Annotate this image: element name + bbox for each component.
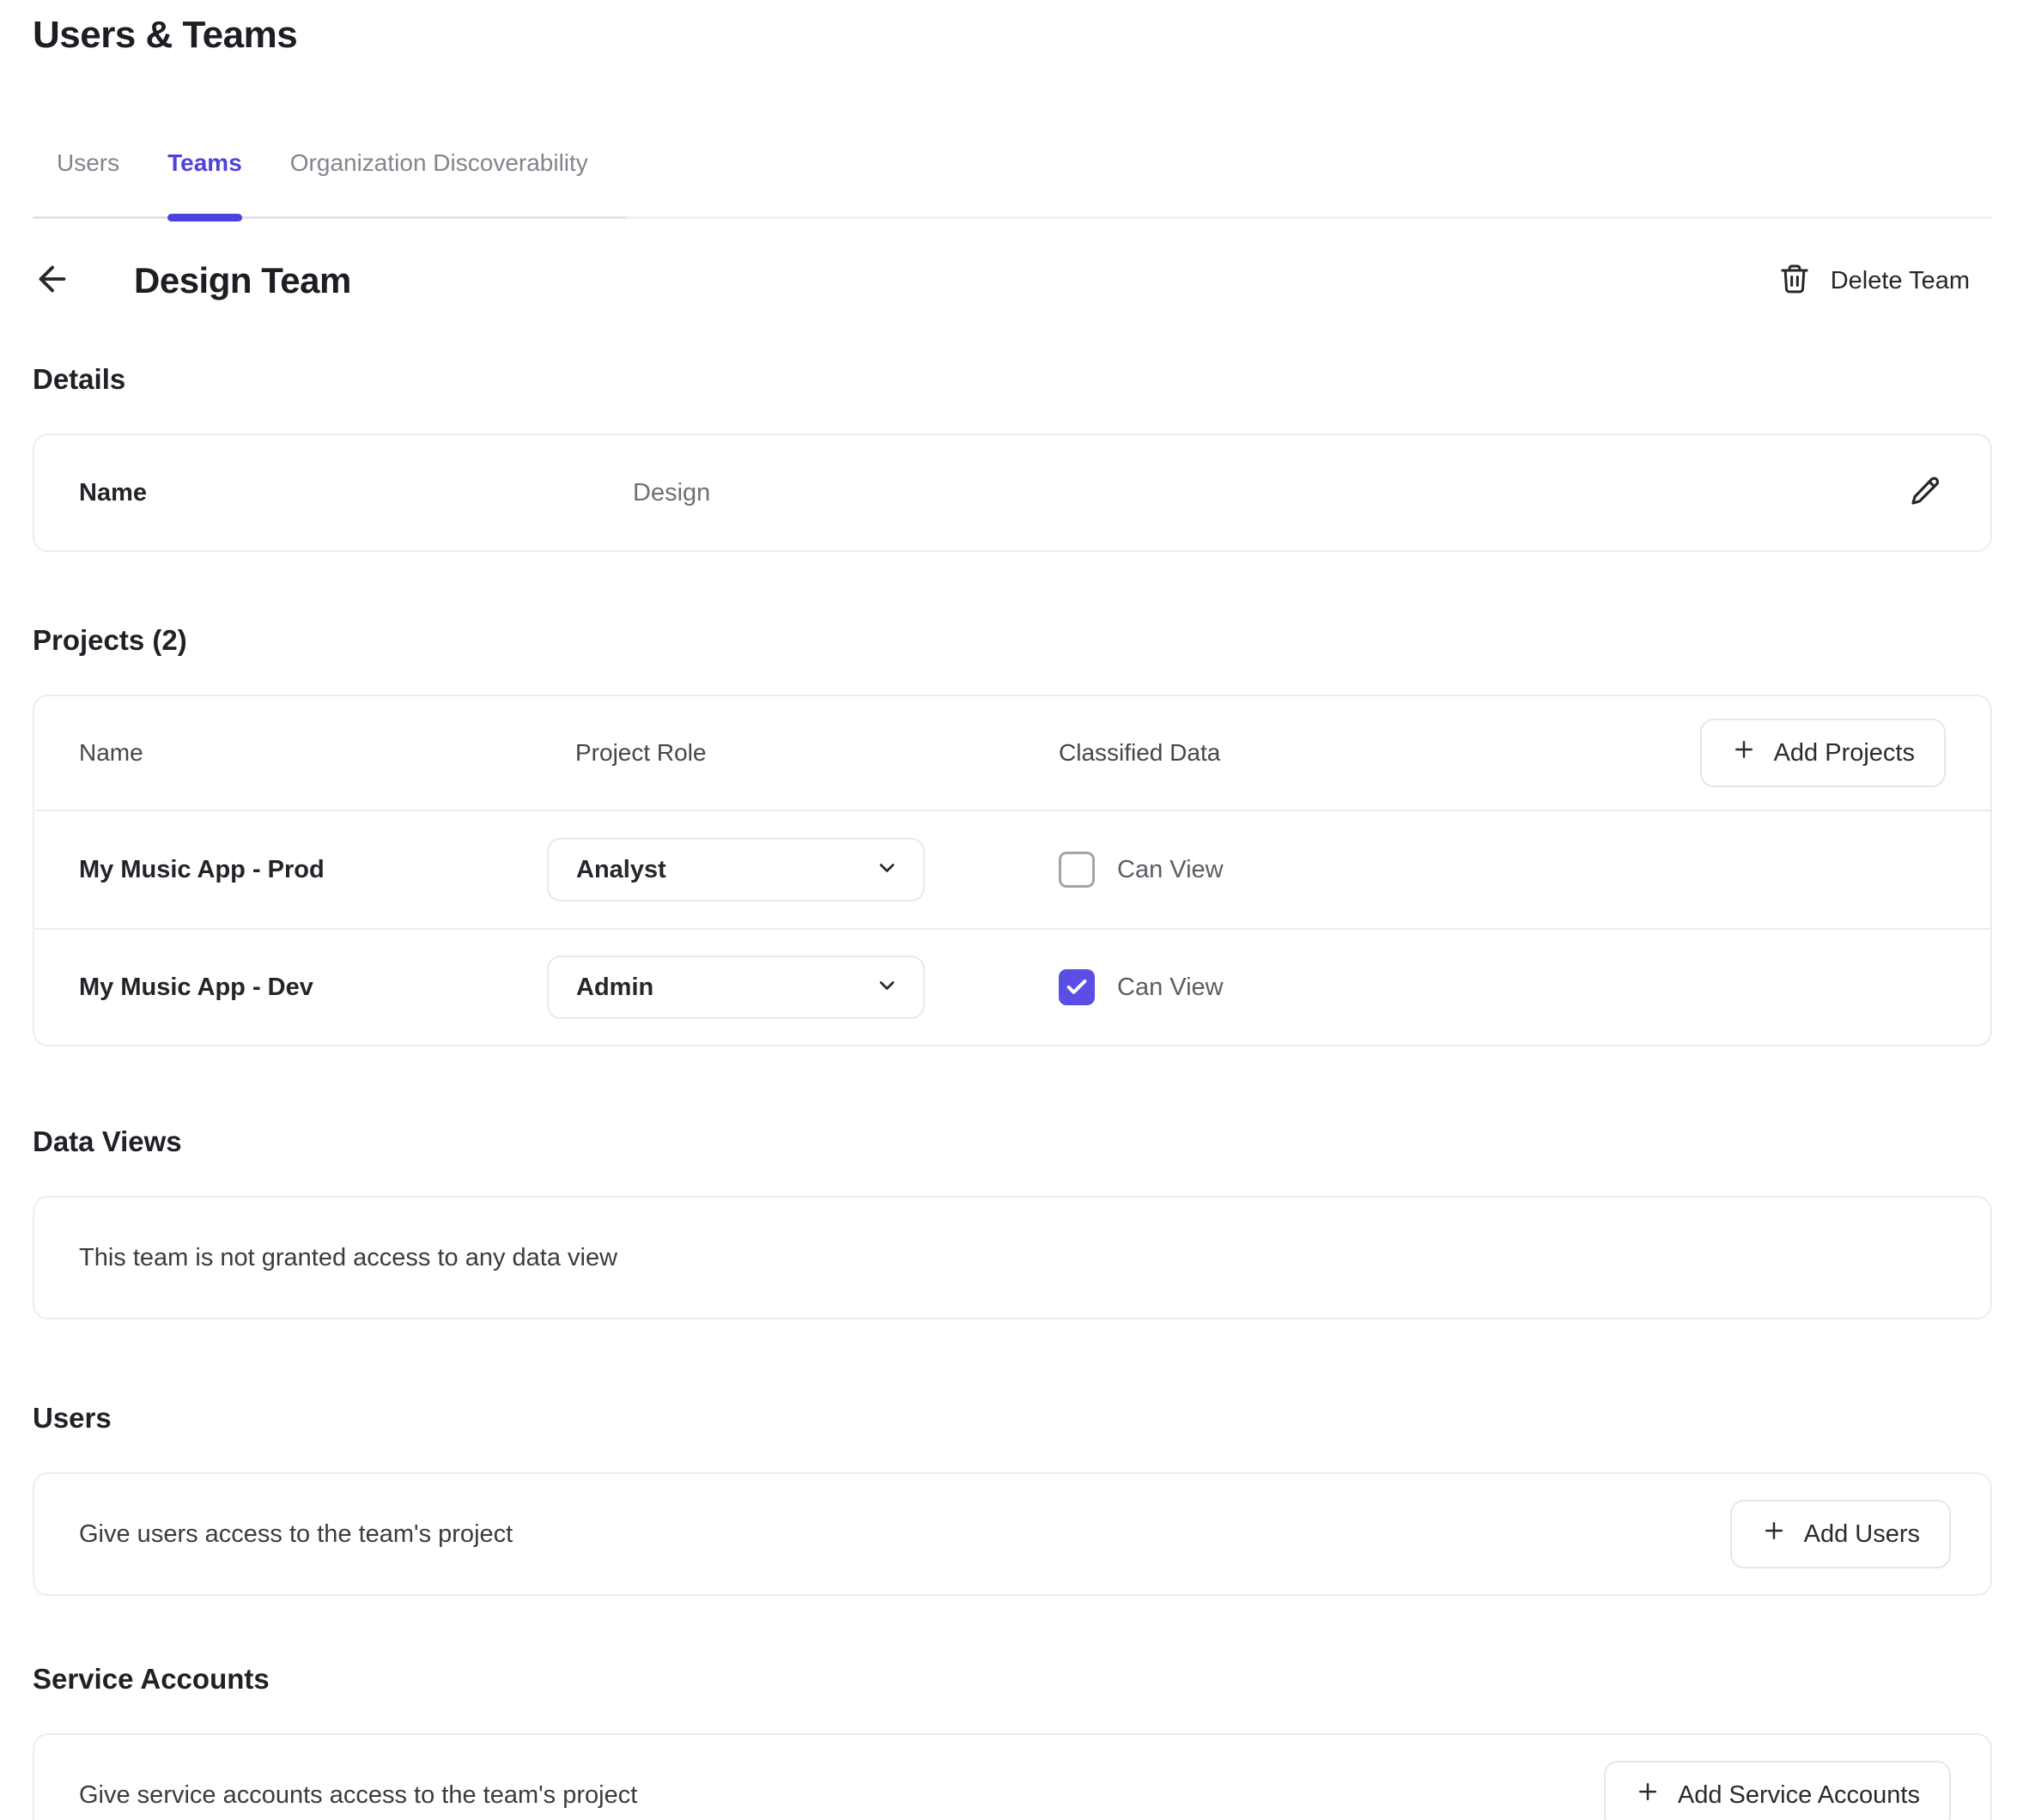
name-label: Name bbox=[79, 479, 633, 507]
service-accounts-description: Give service accounts access to the team… bbox=[79, 1781, 637, 1810]
check-icon bbox=[1065, 975, 1089, 999]
add-service-accounts-label: Add Service Accounts bbox=[1678, 1781, 1920, 1810]
column-header-name: Name bbox=[79, 739, 547, 767]
team-title: Design Team bbox=[134, 260, 351, 301]
project-role-value: Analyst bbox=[576, 856, 666, 884]
back-button[interactable] bbox=[33, 258, 77, 303]
can-view-checkbox[interactable] bbox=[1059, 852, 1095, 888]
delete-team-button[interactable]: Delete Team bbox=[1777, 262, 1992, 300]
users-description: Give users access to the team's project bbox=[79, 1520, 513, 1549]
details-card: Name Design bbox=[33, 434, 1992, 552]
tab-list: Users Teams Organization Discoverability bbox=[33, 149, 627, 219]
can-view-checkbox[interactable] bbox=[1059, 969, 1095, 1005]
add-service-accounts-button[interactable]: Add Service Accounts bbox=[1604, 1761, 1951, 1820]
project-role-value: Admin bbox=[576, 974, 653, 1002]
page-title: Users & Teams bbox=[33, 14, 1992, 57]
add-users-label: Add Users bbox=[1804, 1520, 1920, 1549]
data-views-empty-row: This team is not granted access to any d… bbox=[34, 1198, 1990, 1318]
tab-organization-discoverability[interactable]: Organization Discoverability bbox=[290, 149, 588, 216]
delete-team-label: Delete Team bbox=[1831, 267, 1970, 295]
project-name: My Music App - Prod bbox=[79, 856, 547, 884]
project-role-select[interactable]: Admin bbox=[547, 956, 925, 1019]
column-header-classified-data: Classified Data bbox=[1059, 739, 1700, 767]
plus-icon bbox=[1635, 1779, 1661, 1811]
project-role-cell: Analyst bbox=[547, 838, 1059, 901]
pencil-icon bbox=[1907, 473, 1943, 513]
arrow-left-icon bbox=[33, 259, 72, 303]
details-name-row: Name Design bbox=[34, 435, 1990, 550]
service-accounts-card: Give service accounts access to the team… bbox=[33, 1733, 1992, 1820]
project-row-prod: My Music App - Prod Analyst Can View bbox=[34, 811, 1990, 928]
plus-icon bbox=[1761, 1518, 1787, 1550]
data-views-empty-text: This team is not granted access to any d… bbox=[79, 1244, 617, 1272]
add-users-button[interactable]: Add Users bbox=[1730, 1500, 1951, 1568]
project-name: My Music App - Dev bbox=[79, 974, 547, 1002]
team-header: Design Team Delete Team bbox=[33, 258, 1992, 303]
users-row: Give users access to the team's project … bbox=[34, 1474, 1990, 1594]
projects-card: Name Project Role Classified Data Add Pr… bbox=[33, 695, 1992, 1046]
project-role-cell: Admin bbox=[547, 956, 1059, 1019]
data-views-heading: Data Views bbox=[33, 1125, 1992, 1158]
tab-teams[interactable]: Teams bbox=[167, 149, 242, 216]
service-accounts-row: Give service accounts access to the team… bbox=[34, 1735, 1990, 1820]
project-role-select[interactable]: Analyst bbox=[547, 838, 925, 901]
details-heading: Details bbox=[33, 363, 1992, 396]
tab-users[interactable]: Users bbox=[57, 149, 119, 216]
data-views-card: This team is not granted access to any d… bbox=[33, 1196, 1992, 1320]
users-teams-page: Users & Teams Users Teams Organization D… bbox=[0, 0, 2023, 1820]
service-accounts-heading: Service Accounts bbox=[33, 1663, 1992, 1696]
chevron-down-icon bbox=[875, 856, 899, 884]
classified-data-cell: Can View bbox=[1059, 969, 1946, 1005]
users-card: Give users access to the team's project … bbox=[33, 1472, 1992, 1596]
trash-icon bbox=[1777, 262, 1812, 300]
name-value: Design bbox=[633, 479, 710, 507]
plus-icon bbox=[1731, 737, 1757, 769]
add-projects-button[interactable]: Add Projects bbox=[1700, 719, 1946, 787]
projects-heading: Projects (2) bbox=[33, 624, 1992, 657]
project-row-dev: My Music App - Dev Admin Can View bbox=[34, 928, 1990, 1045]
projects-table-header: Name Project Role Classified Data Add Pr… bbox=[34, 696, 1990, 811]
can-view-label: Can View bbox=[1117, 974, 1224, 1002]
add-projects-label: Add Projects bbox=[1774, 739, 1915, 767]
edit-name-button[interactable] bbox=[1905, 472, 1946, 513]
classified-data-cell: Can View bbox=[1059, 852, 1946, 888]
chevron-down-icon bbox=[875, 974, 899, 1002]
column-header-project-role: Project Role bbox=[547, 739, 1059, 767]
can-view-label: Can View bbox=[1117, 856, 1224, 884]
tab-bar: Users Teams Organization Discoverability bbox=[33, 149, 1992, 219]
users-heading: Users bbox=[33, 1402, 1992, 1435]
